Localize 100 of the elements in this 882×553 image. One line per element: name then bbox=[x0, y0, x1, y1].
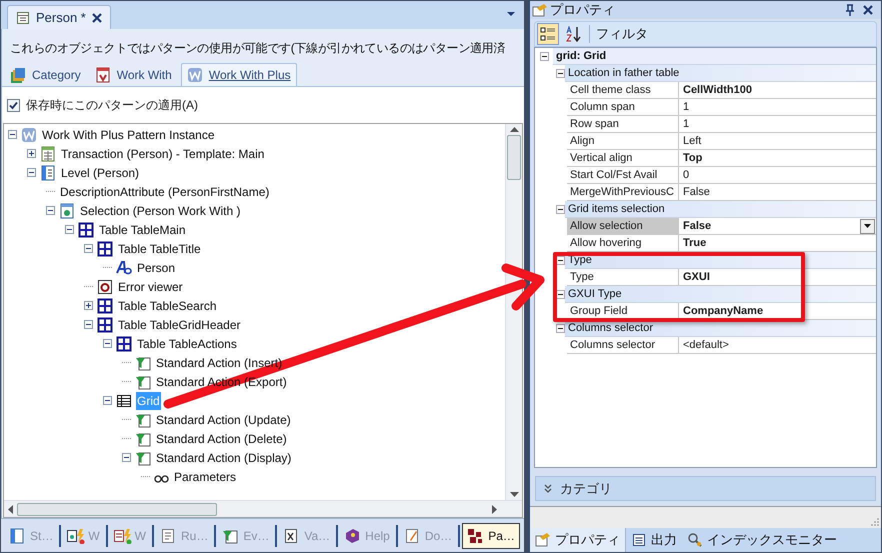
pattern-icon bbox=[21, 126, 37, 142]
collapse-icon[interactable] bbox=[540, 52, 549, 61]
funnel-icon bbox=[135, 354, 151, 370]
tree-item[interactable]: Table TableGridHeader bbox=[117, 316, 242, 334]
collapse-icon[interactable] bbox=[8, 130, 17, 139]
property-name[interactable]: Group Field bbox=[567, 303, 679, 320]
pattern-tab[interactable]: Work With Plus bbox=[180, 63, 297, 86]
panel-tab[interactable]: インデックスモニター bbox=[682, 528, 842, 552]
panel-tab[interactable]: 出力 bbox=[626, 528, 682, 552]
close-icon[interactable] bbox=[863, 5, 873, 15]
editor-part-tab[interactable]: Pa… bbox=[462, 522, 520, 548]
level-icon bbox=[40, 164, 56, 180]
categorized-view-button[interactable] bbox=[537, 23, 559, 45]
collapse-icon[interactable] bbox=[122, 453, 131, 462]
collapse-icon[interactable] bbox=[556, 290, 565, 299]
property-value: 0 bbox=[683, 168, 690, 183]
tree-item[interactable]: Error viewer bbox=[117, 278, 184, 296]
scroll-left-icon[interactable] bbox=[7, 504, 13, 514]
tree-item[interactable]: Table TableActions bbox=[136, 334, 238, 352]
property-name[interactable]: Columns selector bbox=[567, 337, 679, 354]
tree-item[interactable]: Level (Person) bbox=[60, 164, 140, 182]
collapse-icon[interactable] bbox=[84, 320, 93, 329]
scroll-up-icon[interactable] bbox=[510, 126, 518, 132]
property-name[interactable]: Allow selection bbox=[567, 218, 679, 235]
tab-title: Person * bbox=[36, 8, 86, 27]
tree-item[interactable]: Selection (Person Work With ) bbox=[79, 202, 242, 220]
pattern-tab[interactable]: Work With bbox=[90, 63, 177, 86]
tree-item[interactable]: Transaction (Person) - Template: Main bbox=[60, 144, 266, 162]
table-icon bbox=[78, 222, 94, 238]
funnel-icon bbox=[135, 450, 151, 466]
filter-button[interactable]: フィルタ bbox=[594, 24, 650, 44]
tree-item[interactable]: Work With Plus Pattern Instance bbox=[41, 126, 216, 144]
collapse-icon[interactable] bbox=[103, 339, 112, 348]
pattern-tab[interactable]: Category bbox=[5, 63, 86, 86]
magnifier-icon bbox=[687, 532, 703, 548]
vertical-scrollbar[interactable] bbox=[505, 124, 522, 500]
funnel-icon bbox=[135, 412, 151, 428]
property-value: 1 bbox=[683, 100, 690, 115]
horizontal-scrollbar[interactable] bbox=[4, 500, 522, 517]
tree-item[interactable]: Table TableTitle bbox=[117, 240, 202, 258]
property-value: CompanyName bbox=[683, 304, 764, 319]
collapse-icon[interactable] bbox=[556, 256, 565, 265]
double-circle-icon bbox=[154, 475, 169, 483]
pattern-icon bbox=[186, 67, 203, 83]
category-label: カテゴリ bbox=[560, 480, 612, 498]
dropdown-button[interactable] bbox=[860, 218, 875, 234]
table-icon bbox=[97, 240, 113, 256]
tree-item[interactable]: Standard Action (Update) bbox=[155, 410, 292, 428]
panel-tab[interactable]: プロパティ bbox=[530, 528, 626, 552]
expand-icon[interactable] bbox=[27, 149, 36, 158]
scroll-right-icon[interactable] bbox=[492, 504, 498, 514]
dropdown-caret-icon[interactable] bbox=[506, 11, 516, 17]
property-name[interactable]: Vertical align bbox=[567, 150, 679, 167]
collapse-icon[interactable] bbox=[84, 244, 93, 253]
property-name[interactable]: Align bbox=[567, 133, 679, 150]
double-chevron-icon bbox=[544, 484, 552, 493]
collapse-icon[interactable] bbox=[103, 396, 112, 405]
properties-icon bbox=[535, 532, 551, 548]
tree-item[interactable]: Standard Action (Delete) bbox=[155, 430, 288, 448]
checkbox[interactable] bbox=[7, 98, 20, 112]
tree-item[interactable]: Table TableSearch bbox=[117, 296, 218, 314]
text-style-icon bbox=[116, 260, 132, 276]
collapse-icon[interactable] bbox=[556, 69, 565, 78]
pin-icon[interactable] bbox=[845, 4, 855, 16]
window-icon bbox=[59, 202, 75, 218]
property-name[interactable]: Start Col/Fst Avail bbox=[567, 167, 679, 184]
scroll-thumb[interactable] bbox=[507, 135, 521, 180]
tree-item[interactable]: Table TableMain bbox=[98, 220, 187, 238]
table-form-icon bbox=[40, 146, 56, 162]
tree-item[interactable]: Standard Action (Insert) bbox=[155, 354, 284, 372]
tree-item[interactable]: DescriptionAttribute (PersonFirstName) bbox=[59, 182, 270, 200]
tree-item[interactable]: Parameters bbox=[173, 468, 238, 486]
panel-title: プロパティ bbox=[550, 1, 616, 20]
tree-item[interactable]: Person bbox=[136, 258, 176, 276]
grid-icon bbox=[116, 392, 132, 408]
close-icon[interactable] bbox=[92, 12, 102, 22]
property-value: GXUI bbox=[683, 270, 711, 285]
collapse-icon[interactable] bbox=[65, 225, 74, 234]
table-icon bbox=[116, 336, 132, 352]
collapse-icon[interactable] bbox=[46, 206, 55, 215]
scroll-thumb[interactable] bbox=[17, 502, 217, 516]
caret-icon bbox=[864, 224, 871, 228]
property-name[interactable]: Row span bbox=[567, 116, 679, 133]
collapse-icon[interactable] bbox=[556, 205, 565, 214]
expand-icon[interactable] bbox=[84, 301, 93, 310]
scroll-down-icon[interactable] bbox=[510, 492, 518, 498]
category-header: grid: Grid bbox=[553, 48, 876, 65]
property-name[interactable]: Column span bbox=[567, 99, 679, 116]
funnel-icon bbox=[222, 528, 240, 544]
tree-item[interactable]: Standard Action (Display) bbox=[155, 448, 292, 466]
category-bar[interactable]: カテゴリ bbox=[535, 476, 876, 501]
collapse-icon[interactable] bbox=[27, 168, 36, 177]
collapse-icon[interactable] bbox=[556, 324, 565, 333]
table-icon bbox=[97, 298, 113, 314]
property-value: Top bbox=[683, 150, 704, 166]
property-name[interactable]: Cell theme class bbox=[567, 82, 679, 99]
editor-tab[interactable]: Person * bbox=[7, 5, 111, 29]
properties-icon bbox=[532, 3, 548, 17]
property-name[interactable]: Allow hovering bbox=[567, 235, 679, 252]
property-value: True bbox=[683, 236, 708, 251]
